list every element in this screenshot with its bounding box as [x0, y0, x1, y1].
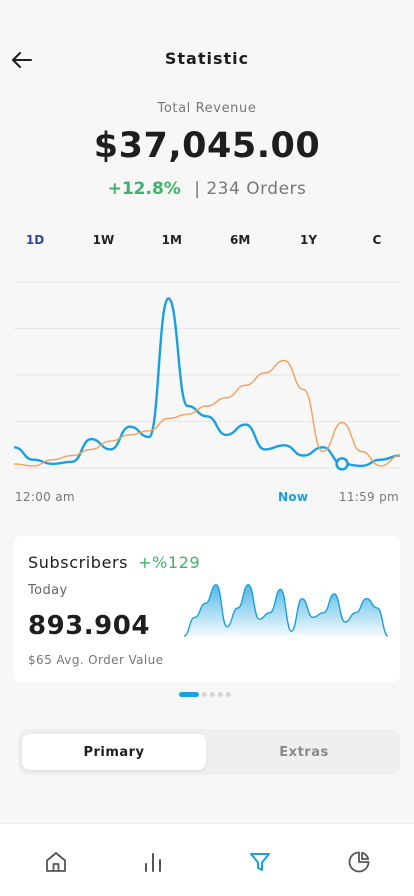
segmented-control: Primary Extras	[18, 729, 400, 775]
segment-extras[interactable]: Extras	[212, 734, 396, 770]
subscribers-title: Subscribers	[28, 553, 129, 572]
tab-statistics[interactable]	[139, 848, 167, 876]
subscribers-value: 893.904	[28, 611, 150, 641]
segment-primary[interactable]: Primary	[22, 734, 206, 770]
x-tick-start: 12:00 am	[15, 490, 75, 504]
series-line-1	[13, 297, 401, 468]
subscribers-card[interactable]: Subscribers +%129 Today 893.904 $65 Avg. …	[14, 536, 400, 682]
time-range-selector: 1D 1W 1M 6M 1Y C	[20, 233, 392, 247]
pie-chart-icon	[348, 851, 370, 873]
subscribers-sparkline	[183, 583, 389, 637]
bottom-tab-bar	[0, 823, 414, 896]
bar-chart-icon	[145, 853, 161, 872]
home-icon	[46, 852, 66, 872]
range-custom[interactable]: C	[362, 233, 392, 247]
tab-filter[interactable]	[246, 848, 274, 876]
revenue-value: $37,045.00	[93, 126, 321, 166]
subscribers-title-row: Subscribers +%129	[28, 553, 200, 572]
range-1y[interactable]: 1Y	[294, 233, 324, 247]
time-axis: 12:00 am Now 11:59 pm	[0, 490, 414, 508]
pagination-dot[interactable]	[226, 692, 231, 697]
tab-home[interactable]	[42, 848, 70, 876]
pagination-dot[interactable]	[210, 692, 215, 697]
revenue-growth: +12.8%	[107, 179, 181, 199]
range-1w[interactable]: 1W	[88, 233, 118, 247]
range-6m[interactable]: 6M	[225, 233, 255, 247]
revenue-label: Total Revenue	[157, 101, 257, 116]
revenue-meta: +12.8% | 234 Orders	[0, 179, 414, 199]
header: Statistic	[0, 40, 414, 80]
x-tick-now: Now	[278, 490, 309, 504]
range-1m[interactable]: 1M	[157, 233, 187, 247]
pagination-dot[interactable]	[202, 692, 207, 697]
tab-reports[interactable]	[345, 848, 373, 876]
subscribers-period: Today	[28, 583, 68, 598]
page-title: Statistic	[164, 49, 250, 68]
orders-count: | 234 Orders	[194, 179, 307, 199]
pagination-dot[interactable]	[218, 692, 223, 697]
avg-order-value: $65 Avg. Order Value	[28, 653, 164, 667]
now-marker[interactable]	[335, 457, 349, 471]
filter-icon	[250, 853, 270, 871]
x-tick-end: 11:59 pm	[338, 490, 399, 504]
subscribers-growth: +%129	[138, 553, 201, 572]
series-line-2	[13, 359, 401, 467]
carousel-pagination	[179, 692, 231, 697]
pagination-dot[interactable]	[179, 692, 199, 697]
range-1d[interactable]: 1D	[20, 233, 50, 247]
revenue-line-chart[interactable]	[0, 268, 414, 480]
